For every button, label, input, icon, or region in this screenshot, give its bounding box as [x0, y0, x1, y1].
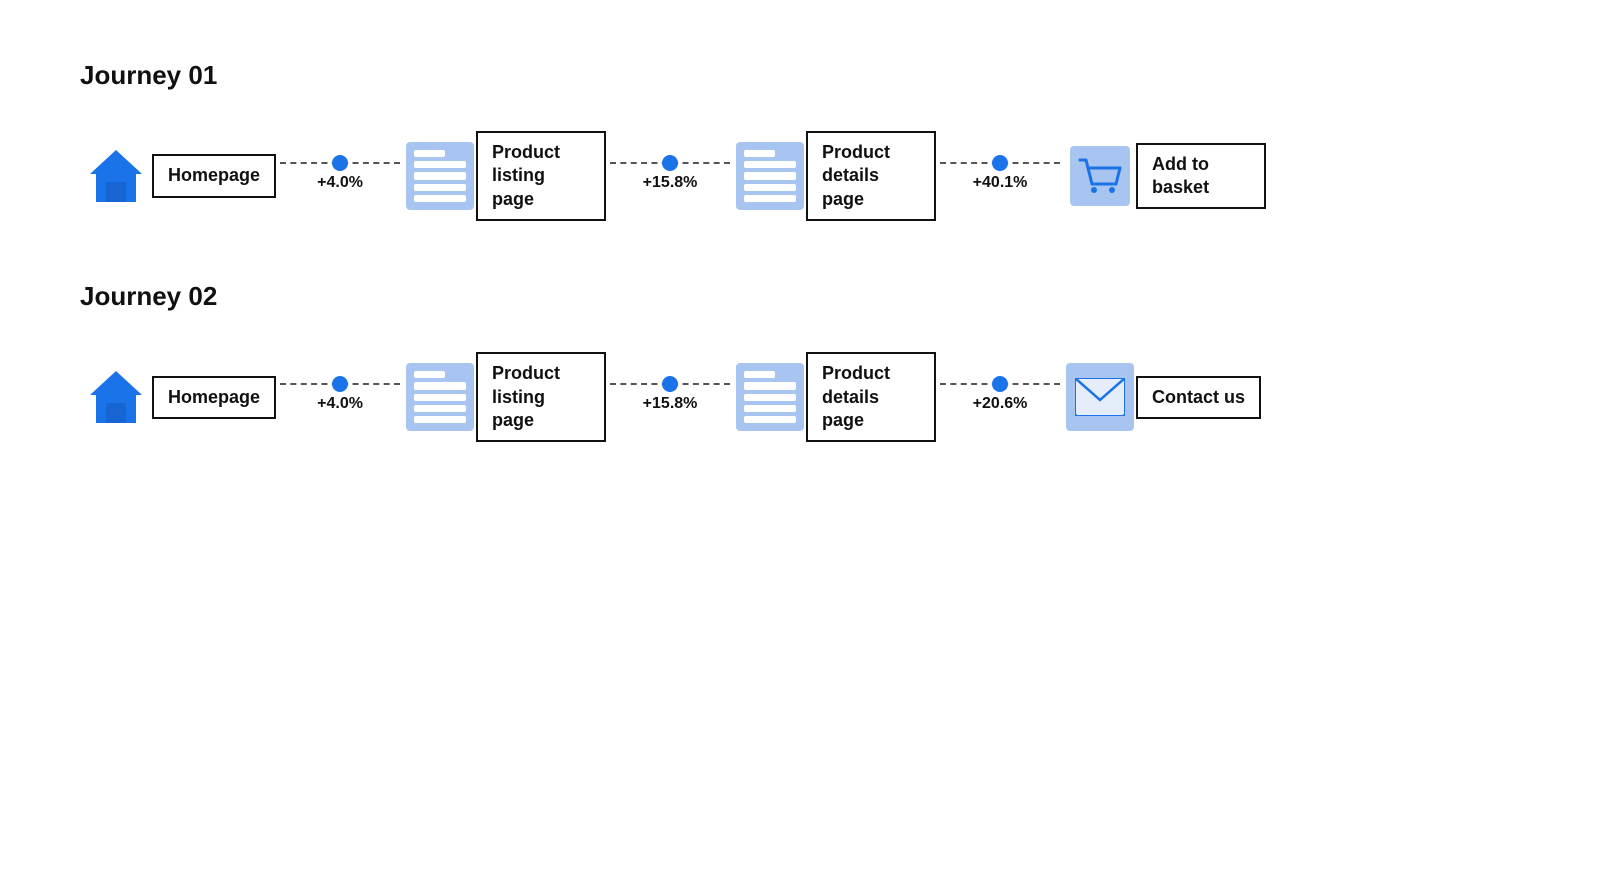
product-details-1-icon [734, 140, 806, 212]
homepage-2: Homepage [80, 361, 276, 433]
journey-01: Journey 01 Homepage +4.0% Product listing … [80, 60, 1521, 221]
page-container: Journey 01 Homepage +4.0% Product listing … [0, 0, 1601, 562]
c2-1: +4.0% [280, 381, 400, 413]
c1-2: +15.8% [610, 160, 730, 192]
contact-us-2-icon [1064, 361, 1136, 433]
c2-3-pct: +20.6% [973, 395, 1028, 413]
contact-us-2: Contact us [1064, 361, 1261, 433]
c2-1-pct: +4.0% [317, 395, 363, 413]
add-basket-1-label: Add to basket [1136, 143, 1266, 210]
c2-3: +20.6% [940, 381, 1060, 413]
c2-2-pct: +15.8% [643, 395, 698, 413]
c1-1-pct: +4.0% [317, 174, 363, 192]
c1-2-pct: +15.8% [643, 174, 698, 192]
homepage-2-label: Homepage [152, 376, 276, 419]
journey-01-flow: Homepage +4.0% Product listing page +15.8% P… [80, 131, 1521, 221]
contact-us-2-label: Contact us [1136, 376, 1261, 419]
product-listing-2-icon [404, 361, 476, 433]
c1-1: +4.0% [280, 160, 400, 192]
journey-01-title: Journey 01 [80, 60, 1521, 91]
add-basket-1: Add to basket [1064, 140, 1266, 212]
product-details-2-label: Product details page [806, 352, 936, 442]
homepage-1-label: Homepage [152, 154, 276, 197]
homepage-1-icon [80, 140, 152, 212]
journey-02-flow: Homepage +4.0% Product listing page +15.8% P… [80, 352, 1521, 442]
c2-2: +15.8% [610, 381, 730, 413]
product-details-1-label: Product details page [806, 131, 936, 221]
homepage-2-icon [80, 361, 152, 433]
product-details-1: Product details page [734, 131, 936, 221]
product-listing-1-label: Product listing page [476, 131, 606, 221]
product-listing-2: Product listing page [404, 352, 606, 442]
product-listing-1-icon [404, 140, 476, 212]
journey-02-title: Journey 02 [80, 281, 1521, 312]
product-listing-1: Product listing page [404, 131, 606, 221]
product-details-2-icon [734, 361, 806, 433]
product-listing-2-label: Product listing page [476, 352, 606, 442]
homepage-1: Homepage [80, 140, 276, 212]
c1-3-pct: +40.1% [973, 174, 1028, 192]
journey-02: Journey 02 Homepage +4.0% Product listing … [80, 281, 1521, 442]
add-basket-1-icon [1064, 140, 1136, 212]
c1-3: +40.1% [940, 160, 1060, 192]
product-details-2: Product details page [734, 352, 936, 442]
